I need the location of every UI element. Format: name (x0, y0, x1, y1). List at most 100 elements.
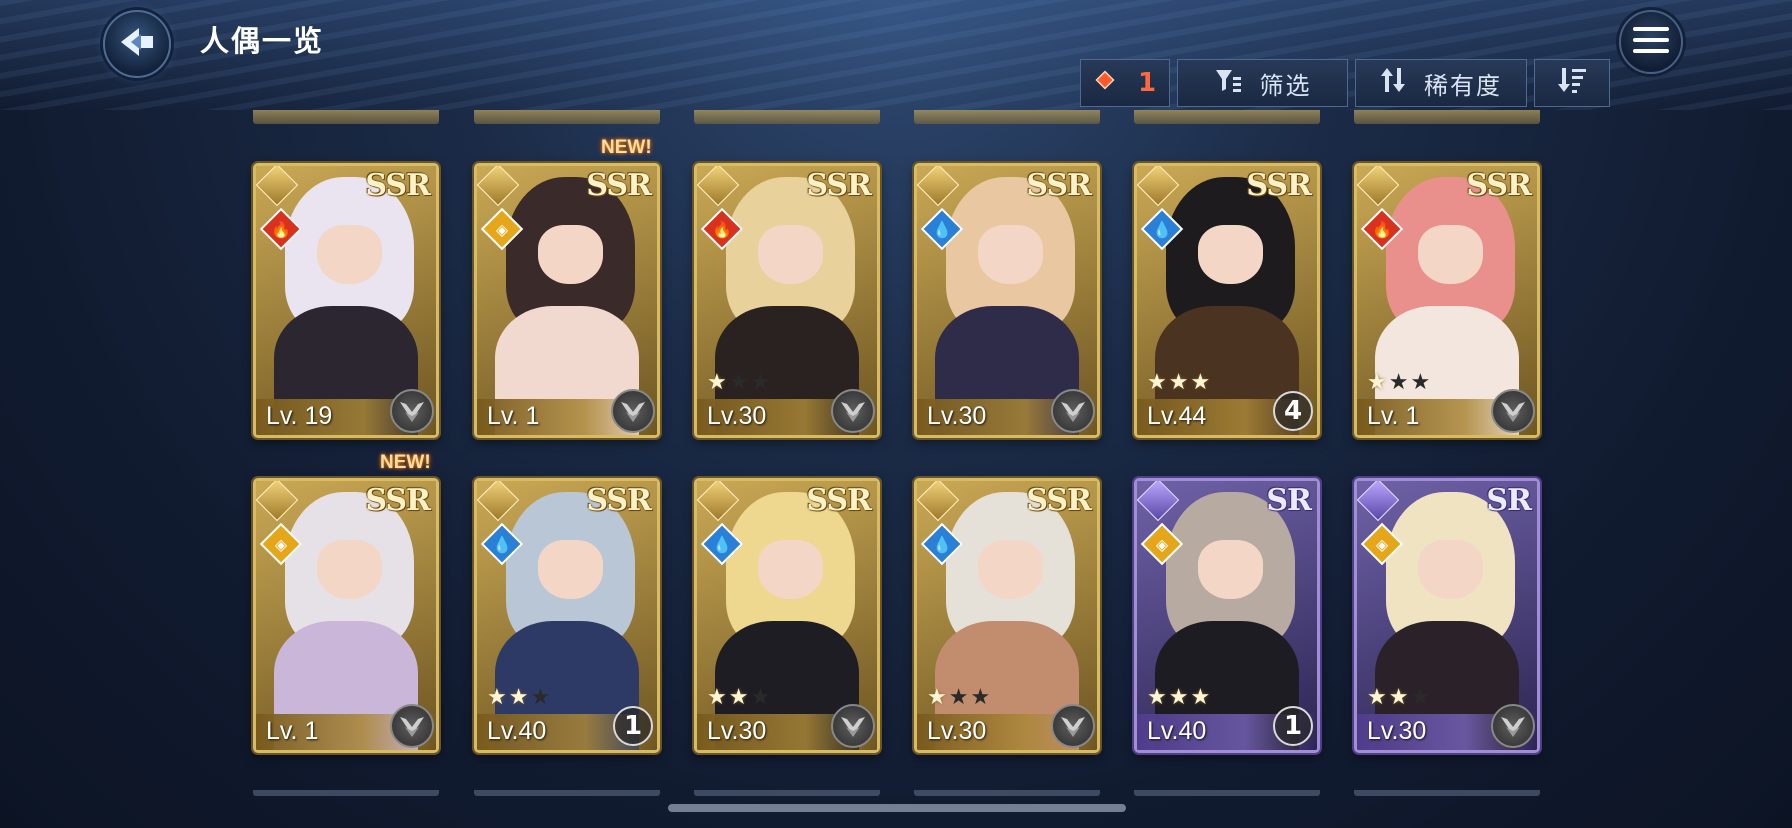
wing-emblem-icon (390, 704, 434, 748)
doll-card[interactable]: SSR ◈ Lv. 1 (253, 478, 439, 753)
sort-order-button[interactable] (1534, 59, 1610, 107)
character-face (538, 225, 603, 285)
star-filled-icon: ★ (1168, 685, 1191, 710)
star-empty-icon: ★ (970, 685, 993, 710)
rarity-label: SSR (806, 168, 872, 203)
level-label: Lv. 1 (487, 402, 540, 430)
level-label: Lv. 1 (266, 717, 319, 745)
rarity-label: SSR (365, 168, 431, 203)
partial-card (1134, 110, 1320, 124)
doll-card[interactable]: SSR 🔥 ★★★ Lv.30 (694, 163, 880, 438)
partial-card (914, 110, 1100, 124)
star-empty-icon: ★ (728, 370, 751, 395)
star-empty-icon: ★ (948, 685, 971, 710)
duplicate-count-badge: 1 (613, 706, 653, 746)
doll-card[interactable]: SR ◈ ★★★ Lv.30 (1354, 478, 1540, 753)
star-filled-icon: ★ (1367, 685, 1389, 710)
gem-count: 1 (1137, 68, 1157, 98)
rarity-label: SSR (1246, 168, 1312, 203)
level-label: Lv. 1 (1367, 402, 1420, 430)
star-filled-icon: ★ (1190, 370, 1213, 395)
star-empty-icon: ★ (1410, 370, 1433, 395)
star-rating: ★★★ (707, 685, 772, 710)
back-arrow-icon (117, 26, 157, 62)
filter-label: 筛选 (1259, 71, 1312, 100)
doll-card[interactable]: SSR ◈ Lv. 1 (474, 163, 660, 438)
partial-card (694, 110, 880, 124)
character-face (1418, 225, 1483, 285)
partial-card (253, 110, 439, 124)
scroll-indicator[interactable] (668, 804, 1126, 812)
level-label: Lv.30 (927, 402, 987, 430)
rarity-label: SSR (1026, 168, 1092, 203)
character-face (1418, 540, 1483, 600)
star-empty-icon: ★ (750, 370, 773, 395)
character-face (317, 225, 382, 285)
star-filled-icon: ★ (1388, 685, 1411, 710)
star-filled-icon: ★ (1367, 370, 1389, 395)
doll-card[interactable]: SSR 🔥 Lv. 19 (253, 163, 439, 438)
star-filled-icon: ★ (1168, 370, 1191, 395)
star-filled-icon: ★ (1147, 685, 1169, 710)
level-label: Lv.40 (487, 717, 547, 745)
rarity-label: SSR (586, 168, 652, 203)
rarity-label: SSR (806, 483, 872, 518)
level-label: Lv.30 (1367, 717, 1427, 745)
wing-emblem-icon (1051, 704, 1095, 748)
partial-card (914, 790, 1100, 796)
level-label: Lv. 19 (266, 402, 333, 430)
page-title: 人偶一览 (200, 24, 325, 58)
wing-emblem-icon (390, 389, 434, 433)
rarity-label: SSR (586, 483, 652, 518)
character-face (758, 540, 823, 600)
doll-card[interactable]: SSR 💧 Lv.30 (914, 163, 1100, 438)
rarity-label: SSR (365, 483, 431, 518)
menu-button[interactable] (1619, 10, 1683, 74)
doll-card[interactable]: SSR 💧 ★★★ Lv.44 4 (1134, 163, 1320, 438)
star-rating: ★★★ (1367, 370, 1432, 395)
rarity-label: SR (1486, 483, 1532, 518)
wing-emblem-icon (831, 389, 875, 433)
star-empty-icon: ★ (530, 685, 553, 710)
star-rating: ★★★ (707, 370, 772, 395)
character-face (1198, 540, 1263, 600)
star-rating: ★★★ (927, 685, 992, 710)
character-face (317, 540, 382, 600)
level-label: Lv.30 (927, 717, 987, 745)
wing-emblem-icon (1491, 704, 1535, 748)
doll-card[interactable]: SSR 🔥 ★★★ Lv. 1 (1354, 163, 1540, 438)
doll-card[interactable]: SSR 💧 ★★★ Lv.40 1 (474, 478, 660, 753)
rarity-label: SR (1266, 483, 1312, 518)
character-face (1198, 225, 1263, 285)
sort-label: 稀有度 (1424, 71, 1502, 100)
star-rating: ★★★ (1147, 370, 1212, 395)
star-rating: ★★★ (487, 685, 552, 710)
new-tag: NEW! (380, 452, 431, 473)
hamburger-menu-icon (1633, 25, 1669, 59)
star-rating: ★★★ (1367, 685, 1432, 710)
partial-card (1134, 790, 1320, 796)
star-filled-icon: ★ (1147, 370, 1169, 395)
gem-counter[interactable]: 1 (1080, 59, 1170, 107)
wing-emblem-icon (611, 389, 655, 433)
level-label: Lv.40 (1147, 717, 1207, 745)
partial-card (253, 790, 439, 796)
character-face (978, 540, 1043, 600)
partial-card (474, 110, 660, 124)
star-filled-icon: ★ (1190, 685, 1213, 710)
doll-card[interactable]: SSR 💧 ★★★ Lv.30 (694, 478, 880, 753)
star-empty-icon: ★ (1388, 370, 1411, 395)
character-face (978, 225, 1043, 285)
doll-card[interactable]: SSR 💧 ★★★ Lv.30 (914, 478, 1100, 753)
level-label: Lv.44 (1147, 402, 1207, 430)
partial-card (1354, 110, 1540, 124)
star-filled-icon: ★ (707, 370, 729, 395)
doll-card[interactable]: SR ◈ ★★★ Lv.40 1 (1134, 478, 1320, 753)
duplicate-count-badge: 1 (1273, 706, 1313, 746)
filter-button[interactable]: 筛选 (1177, 59, 1348, 107)
back-button[interactable] (103, 10, 171, 78)
sort-rarity-button[interactable]: 稀有度 (1355, 59, 1527, 107)
level-label: Lv.30 (707, 717, 767, 745)
star-filled-icon: ★ (508, 685, 531, 710)
new-tag: NEW! (601, 137, 652, 158)
